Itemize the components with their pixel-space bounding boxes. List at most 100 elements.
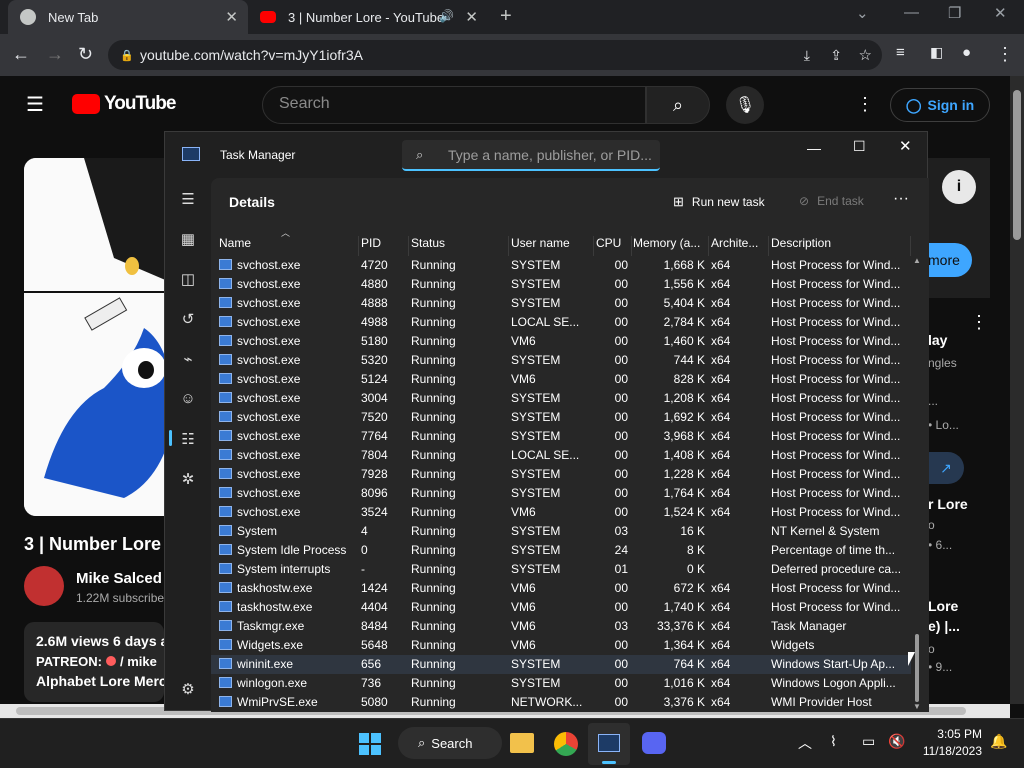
column-header[interactable]: User name	[511, 236, 594, 256]
table-row[interactable]: winlogon.exe 736 Running SYSTEM 00 1,016 K x64…	[211, 674, 911, 693]
sign-in-button[interactable]: ◯ Sign in	[890, 88, 990, 122]
app-history-icon[interactable]: ↺	[177, 310, 199, 332]
display-icon[interactable]: ▭	[862, 733, 875, 750]
table-row[interactable]: svchost.exe 5180 Running VM6 00 1,460 K x64 Hos…	[211, 332, 911, 351]
discord-icon[interactable]	[642, 732, 666, 754]
more-options-icon[interactable]: ···	[893, 190, 909, 208]
task-manager-taskbar-icon[interactable]	[598, 734, 620, 752]
forward-icon[interactable]: →	[46, 44, 64, 65]
clock[interactable]: 3:05 PM 11/18/2023	[920, 727, 982, 758]
more-button[interactable]: more	[928, 243, 972, 277]
youtube-search-button[interactable]: ⌕	[646, 86, 710, 124]
table-row[interactable]: svchost.exe 7928 Running SYSTEM 00 1,228 K x64…	[211, 465, 911, 484]
services-icon[interactable]: ✲	[177, 470, 199, 492]
column-header[interactable]: PID	[361, 236, 409, 256]
table-row[interactable]: taskhostw.exe 4404 Running VM6 00 1,740 K x64 H…	[211, 598, 911, 617]
menu-dots-icon[interactable]: ⋮	[996, 44, 1014, 65]
scroll-down-icon[interactable]: ▼	[913, 702, 921, 711]
details-icon[interactable]: ☷	[177, 430, 199, 452]
table-row[interactable]: System Idle Process 0 Running SYSTEM 24 8 K Pe…	[211, 541, 911, 560]
audio-playing-icon[interactable]: 🔊	[439, 9, 454, 23]
table-scrollbar[interactable]: ▲ ▼	[911, 256, 923, 712]
table-row[interactable]: svchost.exe 5124 Running VM6 00 828 K x64 Host …	[211, 370, 911, 389]
table-row[interactable]: svchost.exe 3004 Running SYSTEM 00 1,208 K x64…	[211, 389, 911, 408]
table-row[interactable]: taskhostw.exe 1424 Running VM6 00 672 K x64 Hos…	[211, 579, 911, 598]
close-icon[interactable]: ✕	[994, 4, 1007, 22]
minimize-icon[interactable]: —	[807, 140, 821, 156]
column-header[interactable]: Description	[771, 236, 911, 256]
patreon-link[interactable]: / mike	[120, 654, 157, 669]
external-link-icon[interactable]: ↗	[928, 452, 964, 484]
table-row[interactable]: svchost.exe 4888 Running SYSTEM 00 5,404 K x64…	[211, 294, 911, 313]
tab-youtube[interactable]: 3 | Number Lore - YouTube 🔊 ✕	[248, 0, 488, 34]
users-icon[interactable]: ☺	[177, 390, 199, 412]
column-header[interactable]: Archite...	[711, 236, 769, 256]
table-row[interactable]: System 4 Running SYSTEM 03 16 K NT Kernel & Sy…	[211, 522, 911, 541]
reload-icon[interactable]: ↻	[78, 44, 93, 65]
notification-bell-icon[interactable]: 🔔	[990, 733, 1007, 750]
back-icon[interactable]: ←	[12, 44, 30, 65]
address-bar[interactable]: 🔒 youtube.com/watch?v=mJyY1iofr3A ⤓ ⇪ ☆	[108, 40, 882, 70]
show-hidden-icons-icon[interactable]: ︿	[798, 733, 812, 753]
end-task-button[interactable]: ⊘ End task	[799, 194, 864, 208]
scrollbar-thumb[interactable]	[915, 634, 919, 702]
channel-name[interactable]: Mike Salced	[76, 570, 162, 587]
table-row[interactable]: svchost.exe 8096 Running SYSTEM 00 1,764 K x64…	[211, 484, 911, 503]
more-options-icon[interactable]: ⋮	[970, 312, 988, 333]
table-row[interactable]: svchost.exe 7520 Running SYSTEM 00 1,692 K x64…	[211, 408, 911, 427]
youtube-search-input[interactable]: Search	[262, 86, 646, 124]
bookmark-star-icon[interactable]: ☆	[859, 46, 872, 64]
restore-icon[interactable]: ❐	[948, 4, 961, 22]
share-icon[interactable]: ⇪	[830, 47, 842, 64]
profile-icon[interactable]: ●	[962, 44, 971, 61]
media-control-icon[interactable]: ≡	[896, 44, 905, 61]
startup-apps-icon[interactable]: ⌁	[177, 350, 199, 372]
tab-search-icon[interactable]: ⌄	[856, 4, 869, 22]
chrome-icon[interactable]	[554, 732, 578, 756]
video-player[interactable]	[24, 158, 184, 516]
install-icon[interactable]: ⤓	[804, 47, 810, 64]
table-row[interactable]: svchost.exe 4880 Running SYSTEM 00 1,556 K x64…	[211, 275, 911, 294]
start-button-icon[interactable]	[359, 733, 381, 755]
hamburger-icon[interactable]: ☰	[26, 92, 44, 117]
volume-muted-icon[interactable]: 🔇	[888, 733, 905, 750]
minimize-icon[interactable]: —	[904, 4, 919, 21]
table-row[interactable]: WmiPrvSE.exe 5080 Running NETWORK... 00 3,376…	[211, 693, 911, 712]
table-row[interactable]: svchost.exe 4720 Running SYSTEM 00 1,668 K x64…	[211, 256, 911, 275]
column-header[interactable]: Name	[219, 236, 359, 256]
process-search-input[interactable]: ⌕ Type a name, publisher, or PID...	[402, 140, 660, 171]
column-header[interactable]: Memory (a...	[633, 236, 709, 256]
maximize-icon[interactable]: ☐	[853, 138, 866, 155]
settings-dots-icon[interactable]: ⋮	[856, 94, 874, 115]
table-row[interactable]: Widgets.exe 5648 Running VM6 00 1,364 K x64 Wid…	[211, 636, 911, 655]
network-icon[interactable]: ⌇	[830, 733, 837, 750]
info-icon[interactable]: i	[942, 170, 976, 204]
table-row[interactable]: wininit.exe 656 Running SYSTEM 00 764 K x64 Win…	[211, 655, 911, 674]
column-header[interactable]: Status	[411, 236, 509, 256]
table-row[interactable]: svchost.exe 3524 Running VM6 00 1,524 K x64 Hos…	[211, 503, 911, 522]
tab-close-button[interactable]: ✕	[225, 8, 238, 26]
run-new-task-button[interactable]: ⊞ Run new task	[673, 194, 765, 210]
scrollbar-thumb[interactable]	[1013, 90, 1021, 240]
column-header[interactable]: CPU	[596, 236, 632, 256]
side-panel-icon[interactable]: ◧	[930, 44, 943, 61]
table-row[interactable]: Taskmgr.exe 8484 Running VM6 03 33,376 K x64 Ta…	[211, 617, 911, 636]
file-explorer-icon[interactable]	[510, 733, 534, 753]
performance-icon[interactable]: ◫	[177, 270, 199, 292]
page-scrollbar[interactable]	[1010, 76, 1024, 704]
table-row[interactable]: svchost.exe 7764 Running SYSTEM 00 3,968 K x64…	[211, 427, 911, 446]
scroll-up-icon[interactable]: ▲	[913, 256, 921, 265]
table-row[interactable]: svchost.exe 7804 Running LOCAL SE... 00 1,408…	[211, 446, 911, 465]
processes-icon[interactable]: ▦	[177, 230, 199, 252]
voice-search-button[interactable]: 🎙	[726, 86, 764, 124]
table-row[interactable]: System interrupts - Running SYSTEM 01 0 K Defe…	[211, 560, 911, 579]
close-icon[interactable]: ✕	[899, 137, 912, 155]
tab-new-tab[interactable]: New Tab ✕	[8, 0, 248, 34]
youtube-logo-icon[interactable]	[72, 94, 100, 114]
avatar[interactable]	[24, 566, 64, 606]
settings-gear-icon[interactable]: ⚙	[177, 680, 199, 702]
table-row[interactable]: svchost.exe 5320 Running SYSTEM 00 744 K x64 Ho…	[211, 351, 911, 370]
hamburger-icon[interactable]: ☰	[177, 190, 199, 212]
new-tab-button[interactable]: +	[500, 5, 512, 28]
youtube-logo[interactable]: YouTube	[104, 93, 176, 115]
